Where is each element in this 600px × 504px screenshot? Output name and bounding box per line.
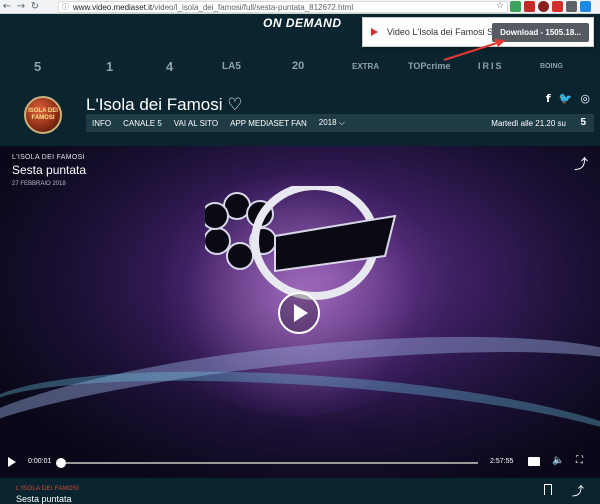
video-meta: L'ISOLA DEI FAMOSI Sesta puntata 27 FEBB… [12,154,86,187]
url-domain: www.video.mediaset.it [73,2,153,12]
extension-icon-mail[interactable] [552,1,563,12]
back-icon[interactable]: ← [0,0,14,14]
air-schedule: Martedì alle 21.20 su [491,118,566,128]
video-play-icon [371,28,378,36]
bookmark-star-icon[interactable]: ☆ [496,1,504,11]
play-button[interactable] [278,292,320,334]
player-controls: 0:00:01 2:57:55 🔈 ⛶ [0,448,600,478]
facebook-icon[interactable]: f [546,92,551,105]
channel-strip: 5 1 4 LA5 20 EXTRA TOPcrime IRIS BOING [0,52,600,80]
below-video: L'ISOLA DEI FAMOSI Sesta puntata ⤴ [0,478,600,504]
fullscreen-icon[interactable]: ⛶ [576,455,583,466]
nav-canale5[interactable]: CANALE 5 [123,119,162,128]
share-icon[interactable]: ⤴ [572,482,584,499]
progress-bar[interactable] [56,458,478,468]
extension-icon-green[interactable] [510,1,521,12]
on-demand-label: ON DEMAND [263,16,342,30]
video-player[interactable]: L'ISOLA DEI FAMOSI Sesta puntata 27 FEBB… [0,146,600,478]
social-links: f 🐦 ◎ [546,92,590,105]
channel-la5-logo[interactable]: LA5 [222,52,241,80]
download-button[interactable]: Download - 1505.18... [492,23,589,42]
download-video-title[interactable]: Video L'Isola dei Famosi Sest... [387,27,497,37]
canale5-icon: 5 [580,117,586,128]
video-show-label: L'ISOLA DEI FAMOSI [12,154,85,161]
video-date: 27 FEBBRAIO 2018 [12,181,66,187]
total-time: 2:57:55 [490,458,514,465]
video-downloader-extension-icon[interactable] [580,1,591,12]
nav-app-mediaset-fan[interactable]: APP MEDIASET FAN [230,119,307,128]
channel-iris-logo[interactable]: IRIS [478,52,504,80]
share-icon[interactable]: ⤴ [574,154,588,174]
show-logo-frame [205,186,397,300]
url-path: /video/l_isola_dei_famosi/full/sesta-pun… [152,2,354,12]
instagram-icon[interactable]: ◎ [580,92,590,105]
progress-knob[interactable] [56,458,66,468]
channel-extra-logo[interactable]: EXTRA [352,52,379,80]
forward-icon[interactable]: → [14,0,28,14]
next-show-label: L'ISOLA DEI FAMOSI [16,486,80,492]
download-popup: Video L'Isola dei Famosi Sest... Downloa… [362,17,594,47]
video-title: Sesta puntata [12,163,87,177]
channel-rete4-logo[interactable]: 4 [166,52,173,80]
address-bar[interactable]: ⓘ www.video.mediaset.it/video/l_isola_de… [58,1,508,13]
reload-icon[interactable]: ↻ [28,0,42,14]
next-title[interactable]: Sesta puntata [16,494,72,504]
extension-icon-grey[interactable] [566,1,577,12]
channel-topcrime-logo[interactable]: TOPcrime [408,52,450,80]
extension-icon-shield[interactable] [524,1,535,12]
channel-italia1-logo[interactable]: 1 [106,52,113,80]
channel-20-logo[interactable]: 20 [292,52,304,80]
show-nav: INFO CANALE 5 VAI AL SITO APP MEDIASET F… [86,114,594,132]
bookmark-icon[interactable] [544,484,552,495]
show-title: L'Isola dei Famosi ♡ [86,95,243,114]
channel-canale5-logo[interactable]: 5 [34,52,41,80]
show-logo[interactable]: ISOLA DEI FAMOSI [24,96,62,134]
browser-toolbar: ← → ↻ ⓘ www.video.mediaset.it/video/l_is… [0,0,600,14]
extension-icons [510,1,591,12]
twitter-icon[interactable]: 🐦 [559,92,573,105]
quality-icon[interactable] [528,457,540,466]
info-icon[interactable]: ⓘ [62,2,69,12]
nav-vai-al-sito[interactable]: VAI AL SITO [174,119,218,128]
volume-icon[interactable]: 🔈 [552,455,564,466]
play-icon [294,304,308,322]
channel-boing-logo[interactable]: BOING [540,52,563,80]
nav-info[interactable]: INFO [92,119,111,128]
play-pause-icon[interactable] [8,457,16,467]
nav-year-dropdown[interactable]: 2018 ⌵ [319,118,345,128]
current-time: 0:00:01 [28,458,52,465]
extension-icon-circle[interactable] [538,1,549,12]
